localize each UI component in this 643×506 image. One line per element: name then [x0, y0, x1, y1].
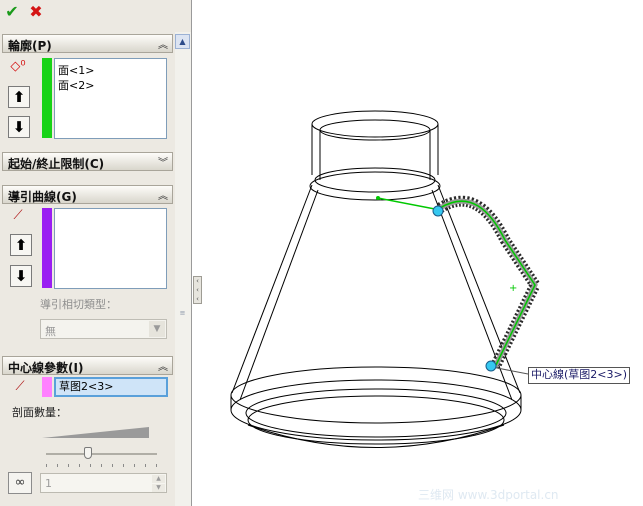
move-up-button[interactable]: ⬆ — [10, 234, 32, 256]
panel-toolbar: ✔ ✖ — [0, 0, 192, 26]
ok-button[interactable]: ✔ — [3, 3, 21, 21]
profile-section-header[interactable]: 輪廓(P) ︽ — [2, 34, 173, 53]
guide-curves-section-title: 導引曲線(G) — [8, 190, 77, 204]
profile-section-title: 輪廓(P) — [8, 39, 52, 53]
centerline-color-bar — [42, 377, 52, 397]
svg-text:+: + — [509, 283, 517, 294]
graphics-viewport[interactable]: + 中心線(草图2<3>) 三维网 www.3dportal.cn — [194, 0, 643, 506]
scrollbar-grip[interactable]: ≡ — [178, 308, 187, 318]
move-up-button[interactable]: ⬆ — [8, 86, 30, 108]
tangency-type-value: 無 — [45, 325, 56, 338]
profile-color-bar — [42, 58, 52, 138]
guide-color-bar — [42, 208, 52, 288]
chevron-up-icon[interactable]: ︽ — [158, 36, 168, 51]
tangency-type-label: 導引相切類型： — [40, 298, 117, 311]
centerline-field[interactable]: 草图2<3> — [54, 377, 168, 397]
cancel-button[interactable]: ✖ — [27, 3, 45, 21]
guide-curves-section-header[interactable]: 導引曲線(G) ︽ — [2, 185, 173, 204]
chevron-up-icon[interactable]: ︽ — [158, 358, 168, 373]
profile-section: 輪廓(P) ︽ ◇⁰ ⬆ ⬇ 面<1> 面<2> — [2, 34, 173, 144]
slider-ticks — [46, 464, 158, 468]
section-count-value: 1 — [45, 477, 52, 490]
spin-up-icon[interactable]: ▲ — [152, 475, 165, 483]
centerline-section-title: 中心線參數(I) — [8, 361, 84, 375]
property-manager-panel: ✔ ✖ 輪廓(P) ︽ ◇⁰ ⬆ ⬇ 面<1> 面<2> 起始/終止限制(C) … — [0, 0, 192, 506]
move-down-button[interactable]: ⬇ — [8, 116, 30, 138]
chevron-up-icon[interactable]: ︽ — [158, 187, 168, 202]
glasses-icon[interactable]: ∞ — [8, 472, 32, 494]
guide-curve-icon: ⟋ — [13, 208, 23, 223]
guide-curves-section: 導引曲線(G) ︽ ⟋ ⬆ ⬇ 導引相切類型： 無 ▼ — [2, 185, 173, 345]
sweep-preview: + — [376, 195, 542, 375]
chevron-down-icon[interactable]: ︾ — [158, 154, 168, 169]
centerline-section-header[interactable]: 中心線參數(I) ︽ — [2, 356, 173, 375]
start-end-section-header[interactable]: 起始/終止限制(C) ︾ — [2, 152, 173, 171]
tangency-type-select[interactable]: 無 ▼ — [40, 319, 167, 339]
centerline-section: 中心線參數(I) ︽ ⟋ 草图2<3> 剖面數量： ∞ 1 ▲ ▼ — [2, 356, 173, 504]
section-count-spinner[interactable]: 1 ▲ ▼ — [40, 473, 167, 493]
profile-icon: ◇⁰ — [10, 59, 26, 74]
centerline-icon: ⟋ — [15, 379, 25, 394]
section-count-ramp — [42, 427, 149, 438]
flask-model: + — [230, 110, 542, 448]
scroll-up-icon[interactable]: ▲ — [175, 34, 190, 49]
list-item[interactable]: 面<1> — [58, 62, 94, 78]
guide-curves-list[interactable] — [54, 208, 167, 289]
section-count-slider-thumb[interactable] — [84, 447, 92, 459]
move-down-button[interactable]: ⬇ — [10, 265, 32, 287]
panel-content: 輪廓(P) ︽ ◇⁰ ⬆ ⬇ 面<1> 面<2> 起始/終止限制(C) ︾ 導引… — [0, 32, 174, 506]
watermark: 三维网 www.3dportal.cn — [418, 488, 559, 502]
profile-list[interactable]: 面<1> 面<2> — [54, 58, 167, 139]
panel-scrollbar[interactable]: ▲ ≡ — [175, 32, 191, 506]
start-end-section-title: 起始/終止限制(C) — [8, 157, 105, 171]
list-item[interactable]: 面<2> — [58, 77, 94, 93]
centerline-callout[interactable]: 中心線(草图2<3>) — [528, 367, 631, 384]
section-count-label: 剖面數量： — [12, 406, 67, 419]
start-end-section: 起始/終止限制(C) ︾ — [2, 152, 173, 172]
chevron-down-icon[interactable]: ▼ — [149, 321, 165, 337]
section-count-slider-track[interactable] — [46, 453, 157, 455]
spin-down-icon[interactable]: ▼ — [152, 484, 165, 492]
